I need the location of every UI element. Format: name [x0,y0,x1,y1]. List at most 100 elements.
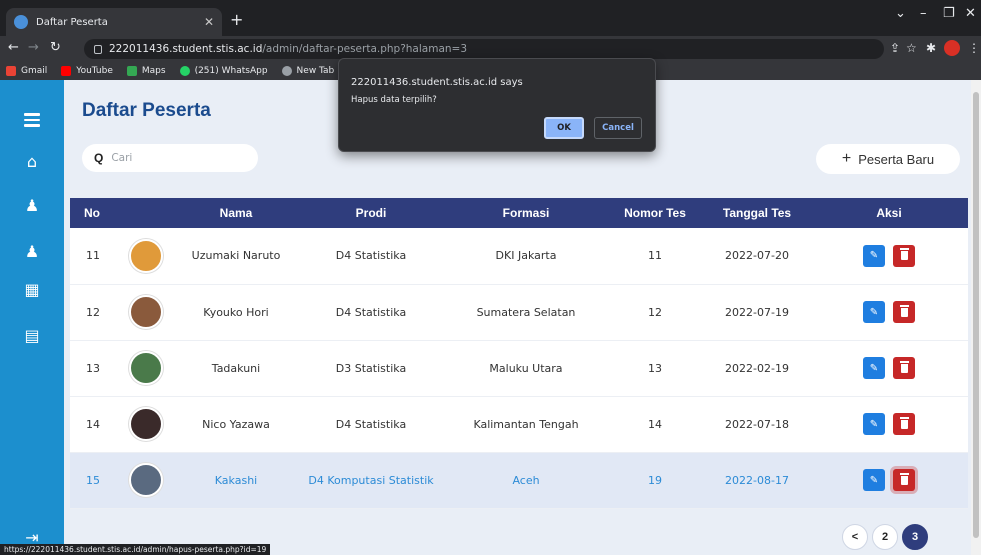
browser-tab[interactable]: Daftar Peserta ✕ [6,8,222,36]
cell-aksi: ✎ [810,228,968,285]
youtube-icon [61,66,72,76]
bookmark-maps[interactable]: Maps [126,66,166,76]
confirm-dialog: 222011436.student.stis.ac.id says Hapus … [338,58,656,152]
plus-icon: + [841,150,852,167]
cell-avatar [116,228,176,285]
edit-button[interactable]: ✎ [863,301,885,323]
avatar [129,351,163,385]
extensions-icon[interactable]: ✱ [926,41,936,55]
edit-icon: ✎ [869,362,879,374]
search-box[interactable]: Q [82,144,258,172]
cell-aksi: ✎ [810,284,968,341]
bookmark-whatsapp[interactable]: (251) WhatsApp [179,66,268,76]
table-row: 14 Nico Yazawa D4 Statistika Kalimantan … [70,396,968,453]
page-scrollbar[interactable] [971,80,981,555]
trash-icon [899,360,909,373]
cell-aksi: ✎ [810,452,968,509]
forward-icon[interactable]: → [28,40,39,55]
col-nama: Nama [176,198,296,228]
menu-icon[interactable]: ⋮ [968,41,980,55]
cell-nomor-tes: 14 [606,396,704,453]
edit-icon: ✎ [869,418,879,430]
cell-aksi: ✎ [810,396,968,453]
dialog-title: 222011436.student.stis.ac.id says [351,77,523,88]
hamburger-menu-icon[interactable] [0,110,64,130]
address-bar[interactable]: 222011436.student.stis.ac.id/admin/dafta… [84,39,884,59]
bookmark-new-tab[interactable]: New Tab [281,66,334,76]
cell-nama: Kakashi [176,452,296,509]
cell-no: 15 [70,452,116,509]
avatar [129,238,163,273]
trash-icon [899,248,909,261]
col-no: No [70,198,116,228]
reload-icon[interactable]: ↻ [50,40,61,55]
cell-prodi: D4 Statistika [296,228,446,285]
edit-button[interactable]: ✎ [863,244,885,267]
delete-button[interactable] [893,357,915,379]
whatsapp-icon [179,66,190,76]
cell-nomor-tes: 11 [606,228,704,285]
delete-button[interactable] [893,244,915,267]
cell-nomor-tes: 19 [606,452,704,509]
pagination-page-2[interactable]: 2 [872,524,898,550]
cell-tanggal-tes: 2022-08-17 [704,452,810,509]
ok-button[interactable]: OK [544,117,584,139]
bookmark-gmail[interactable]: Gmail [6,66,47,76]
avatar [129,407,163,441]
restore-icon[interactable]: ❐ [943,6,955,21]
table-header-row: No Nama Prodi Formasi Nomor Tes Tanggal … [70,198,968,228]
cell-tanggal-tes: 2022-02-19 [704,340,810,397]
edit-button[interactable]: ✎ [863,357,885,379]
close-window-icon[interactable]: ✕ [965,6,976,21]
cell-tanggal-tes: 2022-07-18 [704,396,810,453]
home-icon[interactable]: ⌂ [0,152,64,171]
tab-close-icon[interactable]: ✕ [204,15,214,29]
search-icon: Q [94,151,104,165]
cell-prodi: D4 Statistika [296,396,446,453]
cell-no: 11 [70,228,116,285]
sidebar: ⌂ ♟ ♟ ▦ ▤ ⇥ [0,80,64,555]
cell-prodi: D4 Komputasi Statistik [296,452,446,509]
cell-no: 14 [70,396,116,453]
add-peserta-button[interactable]: + Peserta Baru [816,144,960,174]
share-icon[interactable]: ⇪ [890,41,900,55]
delete-button[interactable] [893,301,915,323]
cell-formasi: DKI Jakarta [446,228,606,285]
calendar-icon[interactable]: ▦ [0,280,64,299]
pagination-prev[interactable]: < [842,524,868,550]
cell-nama: Uzumaki Naruto [176,228,296,285]
lock-icon [94,44,102,54]
col-aksi: Aksi [810,198,968,228]
edit-icon: ✎ [869,250,879,262]
col-avatar [116,198,176,228]
back-icon[interactable]: ← [8,40,19,55]
users-icon[interactable]: ♟ [0,196,64,215]
user-icon[interactable]: ♟ [0,242,64,261]
trash-icon [899,304,909,317]
cancel-button[interactable]: Cancel [594,117,642,139]
search-input[interactable] [111,152,242,164]
page-title: Daftar Peserta [82,100,211,121]
bookmark-youtube[interactable]: YouTube [61,66,113,76]
edit-button[interactable]: ✎ [863,413,885,435]
edit-button[interactable]: ✎ [863,469,885,491]
cell-avatar [116,340,176,397]
avatar [129,295,163,329]
pagination-page-3[interactable]: 3 [902,524,928,550]
profile-avatar-icon[interactable] [944,40,960,56]
cell-no: 12 [70,284,116,341]
new-tab-icon[interactable]: + [230,10,243,29]
cell-aksi: ✎ [810,340,968,397]
edit-icon: ✎ [869,306,879,318]
chevron-down-icon[interactable]: ⌄ [895,6,906,21]
scrollbar-thumb[interactable] [973,92,979,538]
delete-button[interactable] [893,469,915,491]
minimize-icon[interactable]: – [920,6,927,21]
trash-icon [899,416,909,429]
delete-button[interactable] [893,413,915,435]
document-icon[interactable]: ▤ [0,326,64,345]
col-tanggal-tes: Tanggal Tes [704,198,810,228]
cell-nomor-tes: 13 [606,340,704,397]
avatar [129,463,163,497]
star-icon[interactable]: ☆ [906,41,917,55]
